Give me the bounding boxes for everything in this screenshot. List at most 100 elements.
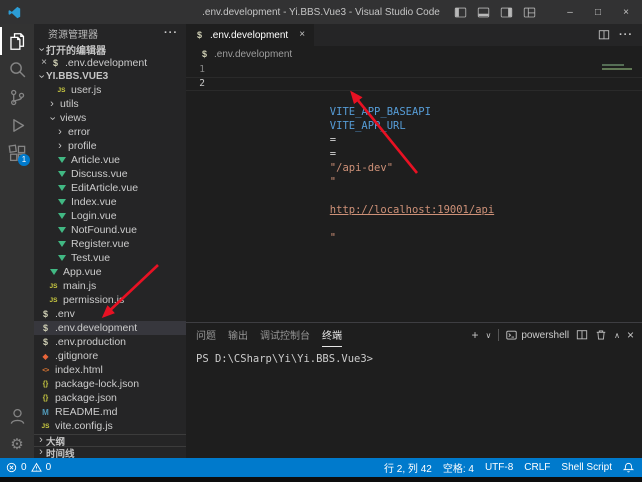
breadcrumb-item[interactable]: .env.development xyxy=(214,49,292,60)
tree-item[interactable]: vite.config.js xyxy=(34,419,186,433)
code-token: " xyxy=(330,176,336,188)
layout-controls xyxy=(454,6,536,19)
file-icon xyxy=(55,182,68,194)
file-icon xyxy=(39,322,52,334)
tree-item[interactable]: permission.js xyxy=(34,293,186,307)
tree-item[interactable]: Register.vue xyxy=(34,237,186,251)
tree-item[interactable]: .env.production xyxy=(34,335,186,349)
vscode-logo-icon xyxy=(8,6,21,19)
panel-tab[interactable]: 终端 xyxy=(322,323,342,347)
tree-item[interactable]: Test.vue xyxy=(34,251,186,265)
tree-item[interactable]: utils xyxy=(34,97,186,111)
project-section-header[interactable]: YI.BBS.VUE3 xyxy=(34,69,186,83)
tree-item[interactable]: Article.vue xyxy=(34,153,186,167)
activity-item-run-debug[interactable] xyxy=(0,111,34,139)
language-mode-indicator[interactable]: Shell Script xyxy=(561,462,612,473)
notifications-bell-icon[interactable] xyxy=(623,462,634,473)
tree-item[interactable]: package.json xyxy=(34,391,186,405)
tree-item[interactable]: user.js xyxy=(34,83,186,97)
activity-item-search[interactable] xyxy=(0,55,34,83)
code-token: = xyxy=(330,134,336,146)
code-line[interactable]: 1 VITE_APP_BASEAPI = "/api-dev" xyxy=(186,63,642,77)
indentation-indicator[interactable]: 空格: 4 xyxy=(443,460,474,475)
terminal-output[interactable]: PS D:\CSharp\Yi\Yi.BBS.Vue3> xyxy=(186,347,642,458)
error-count: 0 xyxy=(21,462,27,473)
file-name: Register.vue xyxy=(71,238,129,250)
split-editor-icon[interactable] xyxy=(598,29,610,41)
code-line[interactable]: 2 VITE_APP_URL = " http://loca xyxy=(186,77,642,91)
tree-item[interactable]: EditArticle.vue xyxy=(34,181,186,195)
sidebar-explorer: 资源管理器 打开的编辑器 .env.development YI.BB xyxy=(34,24,186,458)
eol-indicator[interactable]: CRLF xyxy=(524,462,550,473)
kill-terminal-icon[interactable] xyxy=(595,329,607,341)
minimap[interactable] xyxy=(600,62,642,322)
sidebar-section-header[interactable]: 时间线 xyxy=(34,446,186,458)
encoding-indicator[interactable]: UTF-8 xyxy=(485,462,513,473)
tree-item[interactable]: .env.development xyxy=(34,321,186,335)
activity-item-extensions[interactable]: 1 xyxy=(0,139,34,167)
sidebar-section-header[interactable]: 大纲 xyxy=(34,434,186,446)
error-icon xyxy=(6,462,17,473)
account-icon xyxy=(8,407,27,426)
file-name: .env.production xyxy=(55,336,126,348)
tree-item[interactable]: .env xyxy=(34,307,186,321)
close-window-button[interactable] xyxy=(620,7,632,18)
source-control-icon xyxy=(8,88,27,107)
tree-item[interactable]: views xyxy=(34,111,186,125)
shell-selector[interactable]: powershell xyxy=(506,330,569,341)
status-problems[interactable]: 0 0 xyxy=(6,462,51,473)
tree-item[interactable]: index.html xyxy=(34,363,186,377)
split-terminal-icon[interactable] xyxy=(576,329,588,341)
code-token: "/api-dev" xyxy=(330,162,393,174)
tree-item[interactable]: main.js xyxy=(34,279,186,293)
more-actions-icon[interactable] xyxy=(164,27,178,39)
toggle-sidebar-icon[interactable] xyxy=(454,6,467,19)
tree-item[interactable]: .gitignore xyxy=(34,349,186,363)
code-editor[interactable]: 1 VITE_APP_BASEAPI = "/api-dev" xyxy=(186,62,642,322)
cursor-position-indicator[interactable]: 行 2, 列 42 xyxy=(384,460,432,475)
file-name: vite.config.js xyxy=(55,420,113,432)
minimize-button[interactable] xyxy=(564,7,576,18)
open-editors-header[interactable]: 打开的编辑器 xyxy=(34,42,186,57)
close-icon[interactable] xyxy=(39,58,49,68)
panel-tab[interactable]: 问题 xyxy=(196,323,216,347)
editor-tab[interactable]: .env.development xyxy=(186,24,314,46)
toggle-panel-icon[interactable] xyxy=(477,6,490,19)
tree-item[interactable]: README.md xyxy=(34,405,186,419)
sidebar-title-row: 资源管理器 xyxy=(34,24,186,42)
file-name: user.js xyxy=(71,84,101,96)
customize-layout-icon[interactable] xyxy=(523,6,536,19)
open-editor-item[interactable]: .env.development xyxy=(34,57,186,69)
activity-item-explorer[interactable] xyxy=(0,27,34,55)
tab-actions xyxy=(598,24,642,46)
terminal-dropdown-icon[interactable]: ∨ xyxy=(485,331,491,340)
panel-tab[interactable]: 调试控制台 xyxy=(260,323,310,347)
activity-item-source-control[interactable] xyxy=(0,83,34,111)
tree-item[interactable]: error xyxy=(34,125,186,139)
close-panel-icon[interactable]: × xyxy=(627,329,634,341)
tree-item[interactable]: Login.vue xyxy=(34,209,186,223)
file-name: .env.development xyxy=(55,322,137,334)
activity-item-account[interactable] xyxy=(0,402,34,430)
file-icon xyxy=(39,364,52,376)
tree-item[interactable]: NotFound.vue xyxy=(34,223,186,237)
more-actions-icon[interactable] xyxy=(619,29,633,41)
folder-chevron-icon xyxy=(55,127,65,138)
tree-item[interactable]: Index.vue xyxy=(34,195,186,209)
tree-item[interactable]: App.vue xyxy=(34,265,186,279)
chevron-down-icon xyxy=(36,44,46,55)
tree-item[interactable]: package-lock.json xyxy=(34,377,186,391)
toggle-secondary-sidebar-icon[interactable] xyxy=(500,6,513,19)
run-debug-icon xyxy=(8,116,27,135)
maximize-panel-icon[interactable]: ∧ xyxy=(614,331,620,340)
breadcrumb[interactable]: .env.development xyxy=(186,46,642,62)
file-icon xyxy=(39,336,52,348)
divider xyxy=(498,329,499,341)
tree-item[interactable]: profile xyxy=(34,139,186,153)
close-tab-icon[interactable] xyxy=(297,30,307,40)
maximize-button[interactable] xyxy=(592,7,604,18)
tree-item[interactable]: Discuss.vue xyxy=(34,167,186,181)
new-terminal-icon[interactable]: + xyxy=(471,329,478,341)
panel-tab[interactable]: 输出 xyxy=(228,323,248,347)
activity-item-settings[interactable]: ⚙ xyxy=(0,430,34,458)
